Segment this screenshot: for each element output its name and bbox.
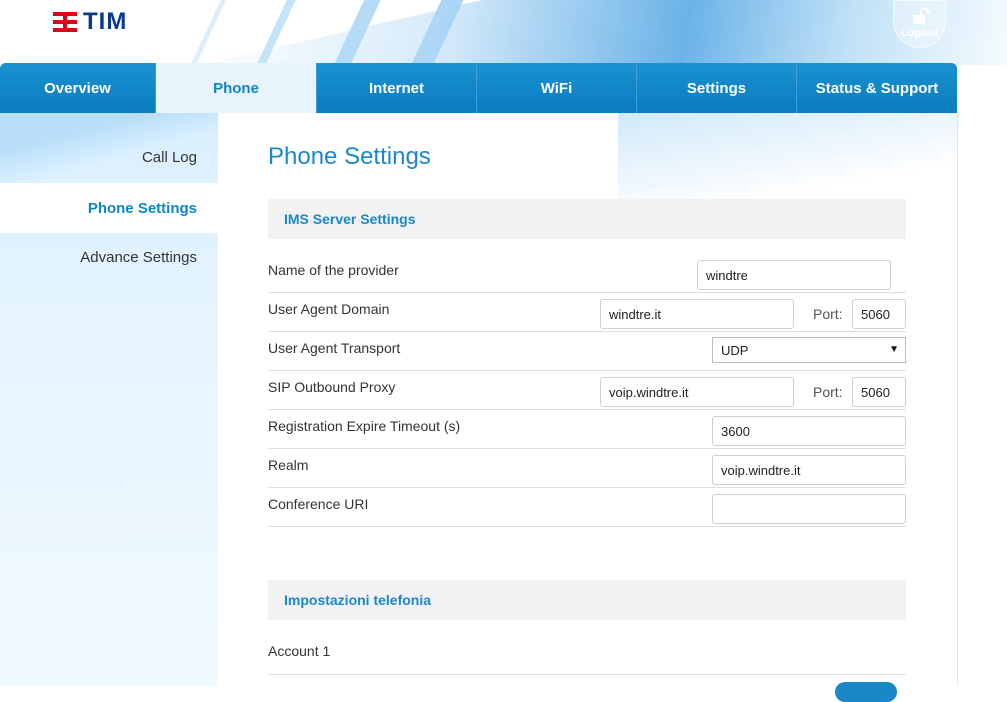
sidebar: Call Log Phone Settings Advance Settings — [0, 113, 218, 686]
main-content: Phone Settings IMS Server Settings Name … — [218, 113, 958, 702]
realm-label: Realm — [268, 457, 309, 473]
tab-internet[interactable]: Internet — [317, 63, 477, 113]
conference-input[interactable] — [712, 494, 906, 524]
row-sip-proxy: SIP Outbound Proxy Port: — [268, 371, 906, 410]
reg-timeout-label: Registration Expire Timeout (s) — [268, 418, 461, 434]
sip-proxy-port-input[interactable] — [852, 377, 906, 407]
row-realm: Realm — [268, 449, 906, 488]
sip-proxy-input[interactable] — [600, 377, 794, 407]
ua-domain-port-input[interactable] — [852, 299, 906, 329]
ua-domain-input[interactable] — [600, 299, 794, 329]
sidebar-item-call-log[interactable]: Call Log — [142, 149, 197, 166]
header-swoosh — [200, 0, 1007, 65]
sip-proxy-port-label: Port: — [813, 384, 843, 400]
row-ua-domain: User Agent Domain Port: — [268, 293, 906, 332]
row-provider: Name of the provider — [268, 254, 906, 293]
tab-phone[interactable]: Phone — [156, 63, 317, 113]
tab-settings[interactable]: Settings — [637, 63, 797, 113]
brand-name: TIM — [83, 8, 128, 35]
ua-transport-value: UDP — [721, 342, 749, 358]
tab-status-support[interactable]: Status & Support — [797, 63, 957, 113]
sidebar-item-advance-settings[interactable]: Advance Settings — [80, 249, 197, 266]
sip-proxy-label: SIP Outbound Proxy — [268, 379, 396, 395]
dropdown-arrow-icon: ▼ — [889, 344, 899, 355]
account-toggle[interactable] — [835, 682, 897, 702]
tab-overview[interactable]: Overview — [0, 63, 156, 113]
section-header-telefonia: Impostazioni telefonia — [268, 580, 906, 620]
ua-transport-select[interactable]: UDP ▼ — [712, 337, 906, 363]
ua-domain-port-label: Port: — [813, 306, 843, 322]
unlock-icon — [912, 7, 929, 24]
row-conference: Conference URI — [268, 488, 906, 527]
account-label: Account 1 — [268, 643, 331, 659]
provider-input[interactable] — [697, 260, 891, 290]
page-title: Phone Settings — [268, 143, 431, 170]
tim-logo-icon — [53, 11, 77, 33]
logout-label: Logout — [900, 27, 939, 39]
content-decoration — [618, 113, 957, 213]
provider-label: Name of the provider — [268, 262, 399, 278]
section-header-ims: IMS Server Settings — [268, 199, 906, 239]
conference-label: Conference URI — [268, 496, 369, 512]
tim-logo: TIM — [53, 8, 127, 36]
main-nav: Overview Phone Internet WiFi Settings St… — [0, 63, 957, 113]
row-account-1: Account 1 — [268, 635, 906, 675]
ua-domain-label: User Agent Domain — [268, 301, 390, 317]
sidebar-item-phone-settings[interactable]: Phone Settings — [0, 183, 218, 233]
row-reg-timeout: Registration Expire Timeout (s) — [268, 410, 906, 449]
tab-wifi[interactable]: WiFi — [477, 63, 637, 113]
reg-timeout-input[interactable] — [712, 416, 906, 446]
realm-input[interactable] — [712, 455, 906, 485]
ua-transport-label: User Agent Transport — [268, 340, 401, 356]
row-ua-transport: User Agent Transport UDP ▼ — [268, 332, 906, 371]
